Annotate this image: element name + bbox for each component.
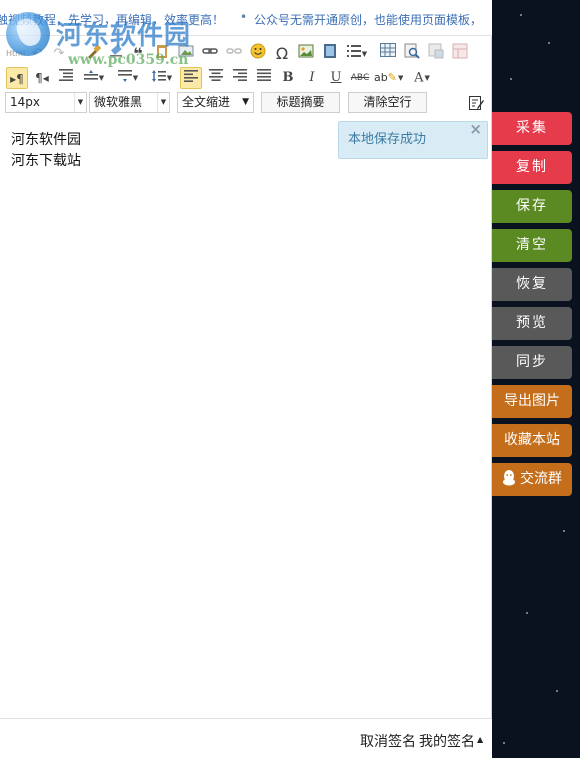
restore-button[interactable]: 恢复 xyxy=(492,268,572,301)
cancel-signature-link[interactable]: 取消签名 xyxy=(360,731,416,751)
line-height-icon[interactable]: ▼ xyxy=(148,67,176,89)
star xyxy=(503,742,505,744)
special-char-icon[interactable]: Ω xyxy=(272,43,292,65)
editor-content[interactable]: 河东软件园 河东下载站 xyxy=(0,118,492,718)
video-icon[interactable] xyxy=(320,43,340,65)
font-family-select[interactable]: 微软雅黑 ▼ xyxy=(89,92,170,113)
save-button[interactable]: 保存 xyxy=(492,190,572,223)
star xyxy=(520,14,522,16)
eraser-icon[interactable] xyxy=(106,43,126,65)
image-icon[interactable] xyxy=(176,43,196,65)
emoji-icon[interactable] xyxy=(248,43,268,65)
notice-marquee[interactable]: 触视频教程，先学习，再编辑，效率更高！ • 公众号无需开通原创，也能使用页面模板… xyxy=(0,0,492,36)
link-icon[interactable] xyxy=(200,43,220,65)
signature-bar: 取消签名 我的签名 ▲ xyxy=(0,718,492,758)
copy-button[interactable]: 复制 xyxy=(492,151,572,184)
align-center-icon[interactable] xyxy=(206,67,226,89)
font-size-value: 14px xyxy=(10,95,40,109)
star xyxy=(556,690,558,692)
editor-panel: 触视频教程，先学习，再编辑，效率更高！ • 公众号无需开通原创，也能使用页面模板… xyxy=(0,0,492,758)
star xyxy=(510,78,512,80)
list-icon[interactable]: ▼ xyxy=(344,43,370,65)
font-size-select[interactable]: 14px ▼ xyxy=(5,92,87,113)
clear-button[interactable]: 清空 xyxy=(492,229,572,262)
edit-note-icon[interactable] xyxy=(468,95,484,111)
indent-select[interactable]: 全文缩进 ▼ xyxy=(177,92,254,113)
align-justify-icon[interactable] xyxy=(254,67,274,89)
notice-item[interactable]: 触视频教程，先学习，再编辑，效率更高！ xyxy=(0,11,224,28)
qq-icon xyxy=(502,466,516,486)
highlight-color-icon[interactable]: ab✎▼ xyxy=(374,67,403,89)
layout-icon[interactable] xyxy=(450,43,470,65)
star xyxy=(548,42,550,44)
blockquote-icon[interactable]: ❝ xyxy=(128,43,148,65)
format-brush-icon[interactable] xyxy=(84,43,104,65)
star xyxy=(563,530,565,532)
table-icon[interactable] xyxy=(378,43,398,65)
underline-icon[interactable]: U xyxy=(326,67,346,89)
indent-icon[interactable] xyxy=(56,67,76,89)
strikethrough-icon[interactable]: ABC xyxy=(350,67,370,89)
chevron-down-icon: ▼ xyxy=(74,93,86,112)
font-color-icon[interactable]: A▼ xyxy=(408,67,436,89)
clear-empty-lines-button[interactable]: 清除空行 xyxy=(348,92,427,113)
italic-icon[interactable]: I xyxy=(302,67,322,89)
toolbar-row: Html ↶ ↷ ❝ Ω ▼ xyxy=(0,41,492,67)
align-right-icon[interactable] xyxy=(230,67,250,89)
star xyxy=(526,612,528,614)
caret-up-icon[interactable]: ▲ xyxy=(477,735,483,744)
format-select-row: 14px ▼ 微软雅黑 ▼ 全文缩进 ▼ 标题摘要 清除空行 xyxy=(0,91,492,117)
notice-item[interactable]: 公众号无需开通原创，也能使用页面模板， xyxy=(254,11,482,28)
chevron-down-icon: ▼ xyxy=(157,93,169,112)
font-family-value: 微软雅黑 xyxy=(94,95,143,109)
group-button-label: 交流群 xyxy=(520,471,562,487)
paragraph-spacing-top-icon[interactable]: ▼ xyxy=(80,67,108,89)
unlink-icon[interactable] xyxy=(224,43,244,65)
export-image-button[interactable]: 导出图片 xyxy=(492,385,572,418)
page-template-icon[interactable] xyxy=(426,43,446,65)
chevron-down-icon: ▼ xyxy=(242,97,249,107)
title-summary-button[interactable]: 标题摘要 xyxy=(261,92,340,113)
close-icon[interactable]: × xyxy=(469,111,482,147)
save-toast: 本地保存成功 × xyxy=(338,120,488,159)
collect-button[interactable]: 采集 xyxy=(492,112,572,145)
search-replace-icon[interactable] xyxy=(402,43,422,65)
redo-icon[interactable]: ↷ xyxy=(50,43,68,65)
sync-button[interactable]: 同步 xyxy=(492,346,572,379)
group-button[interactable]: 交流群 xyxy=(492,463,572,496)
paste-plain-icon[interactable] xyxy=(152,43,172,65)
html-source-button[interactable]: Html xyxy=(6,43,25,65)
preview-button[interactable]: 预览 xyxy=(492,307,572,340)
undo-icon[interactable]: ↶ xyxy=(28,43,46,65)
insert-image-icon[interactable] xyxy=(296,43,316,65)
toolbar-row: ▸¶ ¶◂ ▼ ▼ ▼ B I U ABC ab✎▼ A▼ xyxy=(0,65,492,91)
bookmark-button[interactable]: 收藏本站 xyxy=(492,424,572,457)
toast-message: 本地保存成功 xyxy=(348,132,427,147)
paragraph-spacing-bottom-icon[interactable]: ▼ xyxy=(114,67,142,89)
bold-icon[interactable]: B xyxy=(278,67,298,89)
bullet-icon: • xyxy=(240,10,248,24)
rtl-paragraph-icon[interactable]: ¶◂ xyxy=(32,67,52,89)
ltr-paragraph-icon[interactable]: ▸¶ xyxy=(6,67,28,89)
indent-value: 全文缩进 xyxy=(182,95,231,109)
my-signature-link[interactable]: 我的签名 xyxy=(419,731,475,751)
align-left-icon[interactable] xyxy=(180,67,202,89)
